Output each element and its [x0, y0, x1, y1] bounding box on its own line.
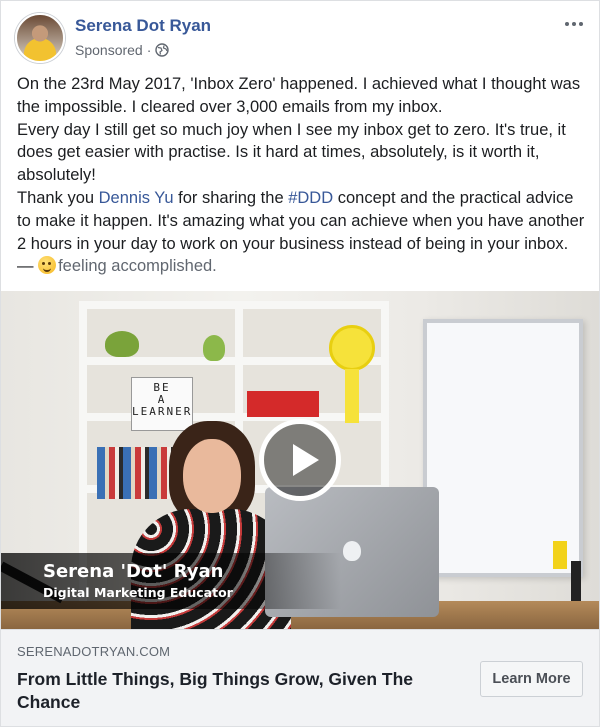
paragraph-text: for sharing the	[173, 188, 289, 207]
post-message: On the 23rd May 2017, 'Inbox Zero' happe…	[17, 73, 587, 278]
smiling-face-icon	[38, 256, 57, 275]
globe-icon[interactable]	[155, 43, 170, 57]
link-preview[interactable]: SERENADOTRYAN.COM From Little Things, Bi…	[1, 629, 599, 726]
caption-role: Digital Marketing Educator	[43, 585, 233, 600]
yellow-clock	[329, 325, 375, 423]
hashtag-link[interactable]: #DDD	[288, 189, 333, 207]
red-box	[247, 391, 319, 417]
sticky-note	[553, 541, 567, 569]
post-meta: Sponsored ·	[75, 42, 170, 58]
sponsored-post-card: Serena Dot Ryan Sponsored · On the 23rd …	[0, 0, 600, 727]
learn-more-button[interactable]: Learn More	[480, 661, 583, 697]
post-paragraph-3: Thank you Dennis Yu for sharing the #DDD…	[17, 187, 587, 278]
post-paragraph-1: On the 23rd May 2017, 'Inbox Zero' happe…	[17, 75, 581, 116]
post-paragraph-2: Every day I still get so much joy when I…	[17, 120, 566, 185]
video-player[interactable]: BE A LEARNER Serena 'Dot' Ryan Digital M…	[1, 291, 599, 629]
link-domain[interactable]: SERENADOTRYAN.COM	[17, 644, 170, 659]
paragraph-text: Thank you	[17, 188, 99, 207]
caption-name: Serena 'Dot' Ryan	[43, 561, 224, 582]
feeling-text: feeling accomplished.	[58, 257, 217, 276]
author-name[interactable]: Serena Dot Ryan	[75, 16, 211, 36]
meta-separator: ·	[146, 42, 152, 58]
whiteboard	[423, 319, 583, 577]
author-avatar[interactable]	[15, 13, 65, 63]
apple-logo-icon	[343, 541, 361, 561]
play-button[interactable]	[259, 419, 341, 501]
letterboard-line: LEARNER	[132, 405, 193, 418]
post-header: Serena Dot Ryan Sponsored ·	[15, 13, 587, 67]
mention-link[interactable]: Dennis Yu	[99, 189, 174, 207]
link-headline[interactable]: From Little Things, Big Things Grow, Giv…	[17, 668, 437, 714]
sponsored-label[interactable]: Sponsored	[75, 42, 143, 58]
play-icon	[293, 444, 319, 476]
more-options-icon[interactable]	[563, 17, 585, 31]
